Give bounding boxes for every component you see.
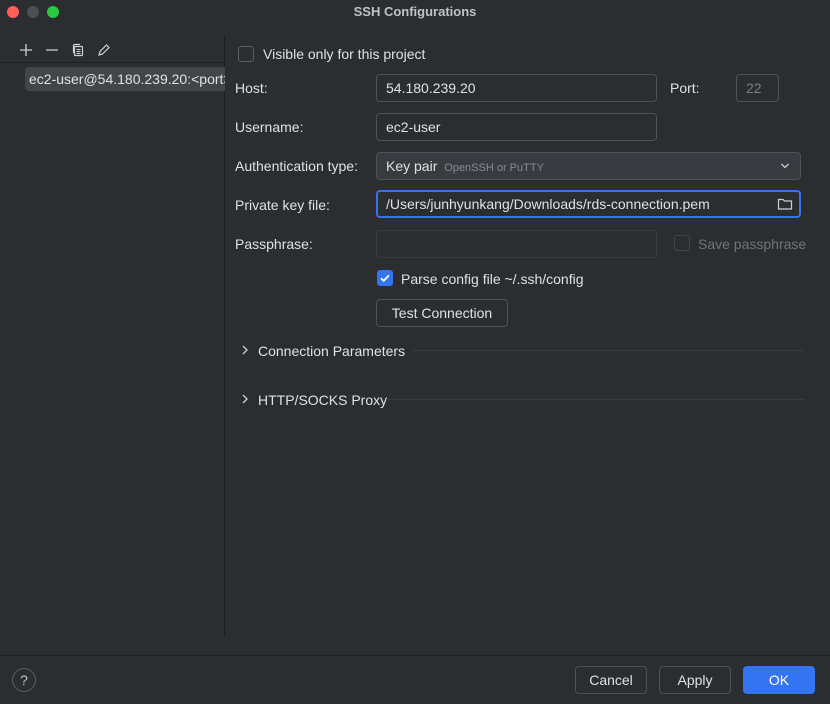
ssh-configurations-dialog: SSH Configurations ec2-user@54.180.239.2… [0,0,830,704]
save-passphrase-checkbox[interactable] [674,235,690,251]
chevron-right-icon [240,343,250,360]
help-button[interactable]: ? [12,668,36,692]
sidebar-item-ssh-config[interactable]: ec2-user@54.180.239.20:<port> [25,67,225,91]
section-divider [412,350,804,351]
auth-type-value: Key pair [386,158,438,174]
section-divider [386,399,804,400]
chevron-right-icon [240,392,250,409]
parse-config-checkbox[interactable] [377,270,393,286]
auth-type-select[interactable]: Key pair OpenSSH or PuTTY [376,152,801,180]
checkmark-icon [380,274,390,283]
sidebar-toolbar [18,42,112,58]
section-label: Connection Parameters [258,343,406,359]
test-connection-button[interactable]: Test Connection [376,299,508,327]
username-input[interactable] [376,113,657,141]
chevron-down-icon [780,159,790,176]
save-passphrase-label: Save passphrase [698,236,807,252]
folder-icon[interactable] [777,197,795,213]
footer-divider [0,655,830,656]
minus-icon[interactable] [44,42,60,58]
section-http-socks-proxy[interactable]: HTTP/SOCKS Proxy [236,389,804,409]
auth-type-hint: OpenSSH or PuTTY [444,162,544,174]
parse-config-label: Parse config file ~/.ssh/config [401,271,584,287]
copy-icon[interactable] [70,42,86,58]
auth-type-label: Authentication type: [235,158,358,174]
visible-only-label: Visible only for this project [263,46,426,62]
pencil-icon[interactable] [96,42,112,58]
private-key-input[interactable] [376,190,801,218]
ok-button[interactable]: OK [743,666,815,694]
plus-icon[interactable] [18,42,34,58]
sidebar-divider [0,62,225,63]
port-label: Port: [670,80,700,96]
sidebar: ec2-user@54.180.239.20:<port> [0,36,225,636]
section-label: HTTP/SOCKS Proxy [258,392,388,408]
host-input[interactable] [376,74,657,102]
cancel-button[interactable]: Cancel [575,666,647,694]
section-connection-parameters[interactable]: Connection Parameters [236,340,804,360]
apply-button[interactable]: Apply [659,666,731,694]
private-key-label: Private key file: [235,197,330,213]
port-input[interactable] [736,74,779,102]
window-title: SSH Configurations [353,4,477,19]
title-bar: SSH Configurations [0,0,830,24]
username-label: Username: [235,119,304,135]
host-label: Host: [235,80,268,96]
passphrase-input[interactable] [376,230,657,258]
passphrase-label: Passphrase: [235,236,313,252]
visible-only-checkbox[interactable] [238,46,254,62]
